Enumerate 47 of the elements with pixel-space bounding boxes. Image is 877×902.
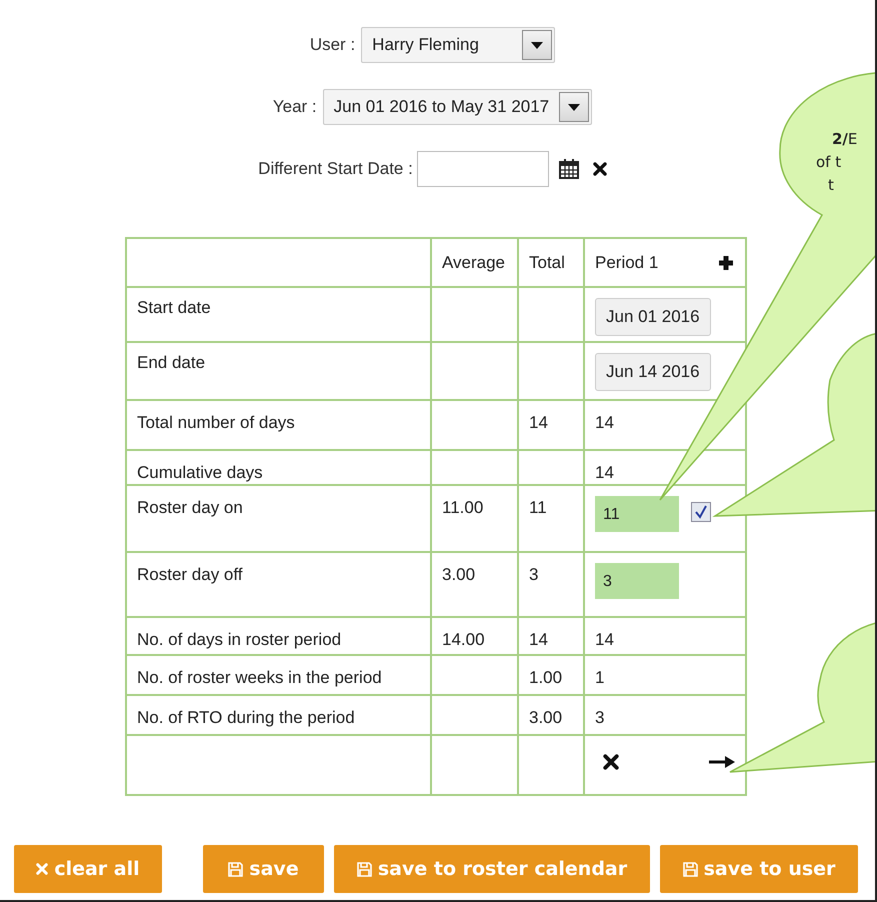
table-cell: 14 (595, 463, 614, 482)
number-field[interactable]: 11 (595, 496, 679, 532)
row-label: Start date (137, 298, 211, 317)
callout-text: t (828, 175, 835, 196)
table-cell: 14 (529, 630, 548, 649)
table-cell: 14 (529, 413, 548, 432)
row-label: Total number of days (137, 413, 295, 432)
callout-text: of t (816, 152, 842, 173)
table-cell: 1.00 (529, 668, 562, 687)
date-field[interactable]: Jun 01 2016 (595, 298, 711, 336)
close-icon[interactable] (603, 754, 619, 770)
year-dropdown[interactable]: Jun 01 2016 to May 31 2017 (322, 89, 592, 125)
row-label: No. of RTO during the period (137, 708, 355, 727)
table-cell: 3 (529, 565, 538, 584)
row-label: Roster day on (137, 498, 243, 517)
column-header: Period 1 (595, 253, 658, 273)
row-label: No. of roster weeks in the period (137, 668, 382, 687)
start-date-field[interactable] (416, 151, 549, 187)
checkbox[interactable] (691, 502, 711, 522)
row-label: Roster day off (137, 565, 243, 584)
calendar-icon[interactable] (558, 159, 579, 179)
table-cell: 1 (595, 668, 604, 687)
callout-text: 2/E (832, 129, 858, 150)
close-icon[interactable] (592, 162, 607, 176)
start-date-label: Different Start Date : (258, 159, 413, 179)
table-cell: 3 (595, 708, 604, 727)
year-label: Year : (272, 97, 317, 117)
row-label: No. of days in roster period (137, 630, 342, 649)
table-cell: 14.00 (442, 630, 485, 649)
column-header: Average (442, 253, 506, 272)
arrow-right-icon[interactable] (709, 756, 735, 768)
table-cell: 14 (595, 630, 614, 649)
table-cell: 3.00 (529, 708, 562, 727)
table-cell: 11.00 (442, 498, 484, 517)
caret-icon (568, 104, 580, 110)
table-cell: 3.00 (442, 565, 476, 584)
table-cell: 11 (529, 498, 547, 517)
row-label: Cumulative days (137, 463, 263, 482)
column-header: Total (529, 253, 565, 272)
number-field[interactable]: 3 (595, 563, 679, 599)
caret-icon (531, 42, 544, 48)
date-field[interactable]: Jun 14 2016 (595, 353, 711, 391)
table-cell: 14 (595, 413, 614, 432)
user-label: User : (310, 35, 356, 55)
row-label: End date (137, 353, 206, 372)
user-dropdown[interactable]: Harry Fleming (361, 27, 556, 63)
add-icon[interactable] (717, 254, 735, 272)
